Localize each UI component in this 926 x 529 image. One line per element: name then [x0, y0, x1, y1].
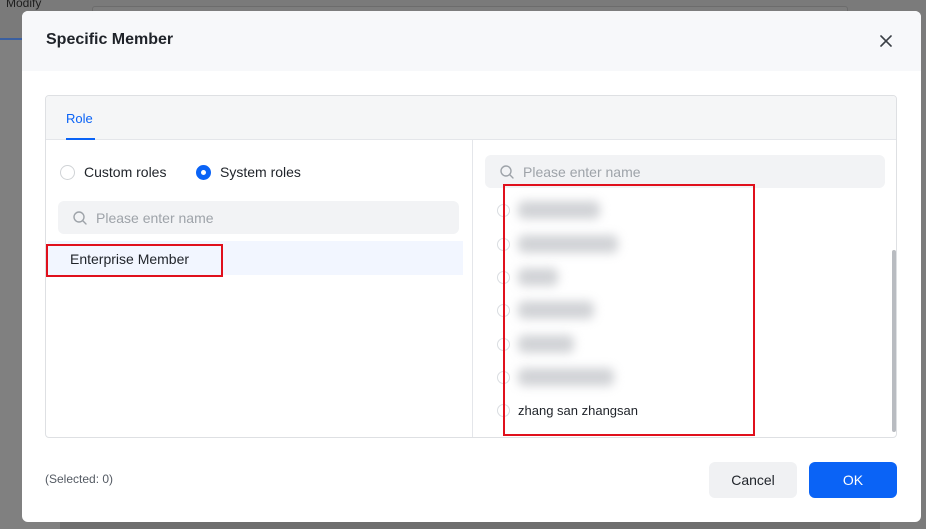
- scrollbar-thumb[interactable]: [892, 250, 896, 432]
- role-search-input[interactable]: [96, 209, 396, 226]
- background-tab-modify: Modify: [6, 0, 42, 10]
- background-tab-underline: [0, 38, 22, 40]
- annotation-highlight-box: [46, 244, 223, 277]
- member-search-input[interactable]: [523, 163, 823, 180]
- radio-circle-checked: [196, 164, 211, 180]
- radio-system-roles[interactable]: System roles: [196, 164, 301, 180]
- selected-count: (Selected: 0): [45, 472, 114, 486]
- dialog-header: Specific Member: [22, 11, 921, 71]
- ok-button[interactable]: OK: [809, 462, 897, 498]
- cancel-button[interactable]: Cancel: [709, 462, 797, 498]
- roles-column: Custom roles System roles Enterprise Mem…: [46, 140, 472, 437]
- annotation-highlight-box: [503, 184, 755, 436]
- radio-label: Custom roles: [84, 164, 167, 180]
- member-list-scrollbar[interactable]: [891, 195, 896, 435]
- specific-member-dialog: Specific Member Role Custom roles System…: [22, 11, 921, 522]
- member-picker-panel: Role Custom roles System roles Ente: [45, 95, 897, 438]
- close-icon: [880, 35, 892, 47]
- dialog-title: Specific Member: [46, 31, 174, 48]
- close-button[interactable]: [876, 31, 896, 51]
- radio-circle: [60, 164, 75, 180]
- tab-role[interactable]: Role: [66, 111, 93, 126]
- radio-custom-roles[interactable]: Custom roles: [60, 164, 166, 180]
- radio-label: System roles: [220, 164, 301, 180]
- tab-bar: Role: [46, 96, 896, 140]
- search-icon: [73, 210, 87, 225]
- role-search-box: [58, 201, 459, 234]
- search-icon: [500, 164, 514, 179]
